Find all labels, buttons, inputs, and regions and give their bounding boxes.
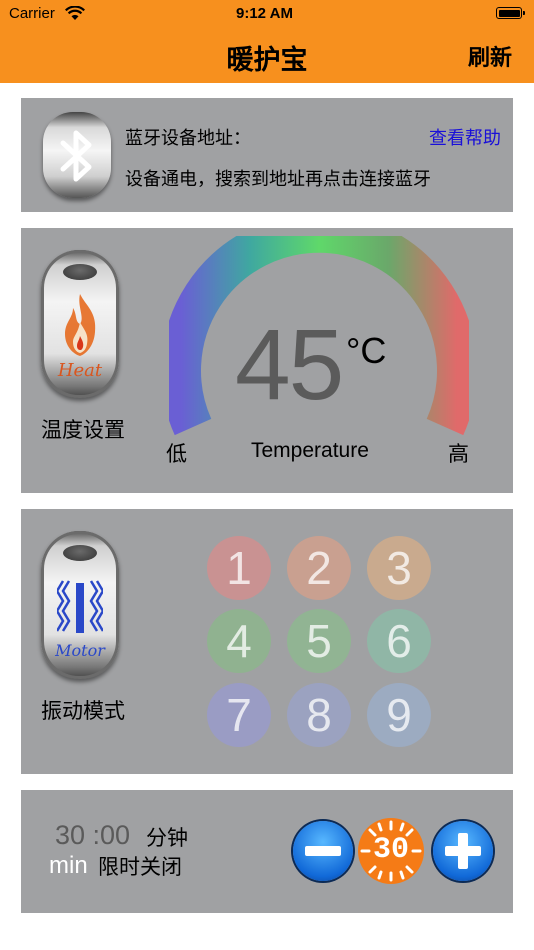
status-time: 9:12 AM (236, 5, 293, 22)
help-link[interactable]: 查看帮助 (429, 124, 501, 150)
mode-button-6[interactable]: 6 (367, 609, 431, 673)
gauge-low-label: 低 (166, 443, 187, 466)
timer-off-label: 限时关闭 (98, 856, 182, 879)
battery-icon (496, 7, 525, 19)
bluetooth-icon (60, 130, 92, 182)
minus-icon (305, 846, 341, 856)
timer-unit-cn: 分钟 (146, 827, 188, 850)
increase-button[interactable] (433, 821, 493, 881)
temperature-unit: °C (346, 330, 387, 371)
decrease-button[interactable] (293, 821, 353, 881)
motor-button[interactable]: Motor (41, 531, 119, 679)
status-bar: Carrier 9:12 AM (0, 0, 534, 28)
refresh-button[interactable]: 刷新 (468, 40, 512, 72)
heat-button-text: Heat (57, 360, 103, 381)
top-bar: Carrier 9:12 AM 暖护宝 刷新 (0, 0, 534, 83)
carrier-label: Carrier (9, 5, 55, 22)
timer-panel: 30 :00 分钟 min 限时关闭 30 (21, 790, 513, 913)
button-slot (63, 264, 97, 280)
bluetooth-instruction: 设备通电，搜索到地址再点击连接蓝牙 (125, 169, 431, 189)
vibration-mode-label: 振动模式 (41, 700, 125, 723)
mode-button-9[interactable]: 9 (367, 683, 431, 747)
bluetooth-connect-button[interactable] (43, 112, 111, 198)
gauge-high-label: 高 (448, 443, 469, 466)
page-title: 暖护宝 (226, 45, 308, 75)
timer-unit-en: min (49, 852, 88, 879)
mode-button-5[interactable]: 5 (287, 609, 351, 673)
vibration-icon (57, 580, 103, 633)
mode-button-8[interactable]: 8 (287, 683, 351, 747)
heat-button[interactable]: Heat (41, 250, 119, 398)
mode-button-7[interactable]: 7 (207, 683, 271, 747)
bluetooth-panel: 蓝牙设备地址： 查看帮助 设备通电，搜索到地址再点击连接蓝牙 (21, 98, 513, 212)
wifi-icon (65, 5, 85, 25)
timer-display-value: 30 (372, 833, 409, 867)
motor-button-text: Motor (55, 641, 105, 660)
bluetooth-address-label: 蓝牙设备地址： (125, 128, 251, 148)
temperature-setting-label: 温度设置 (41, 419, 125, 442)
mode-button-2[interactable]: 2 (287, 536, 351, 600)
temperature-panel: Heat 温度设置 45 °C 低 Temperature 高 (21, 228, 513, 493)
vibration-panel: Motor 振动模式 1 2 3 4 5 6 7 8 9 (21, 509, 513, 774)
temperature-value: 45 (235, 309, 344, 421)
gauge-caption: Temperature (251, 439, 369, 462)
mode-button-3[interactable]: 3 (367, 536, 431, 600)
timer-display-button[interactable]: 30 (358, 818, 424, 884)
timer-value: 30 :00 (55, 820, 131, 850)
flame-icon (65, 294, 96, 356)
mode-button-4[interactable]: 4 (207, 609, 271, 673)
plus-icon (445, 833, 481, 869)
button-slot (63, 545, 97, 561)
mode-button-1[interactable]: 1 (207, 536, 271, 600)
